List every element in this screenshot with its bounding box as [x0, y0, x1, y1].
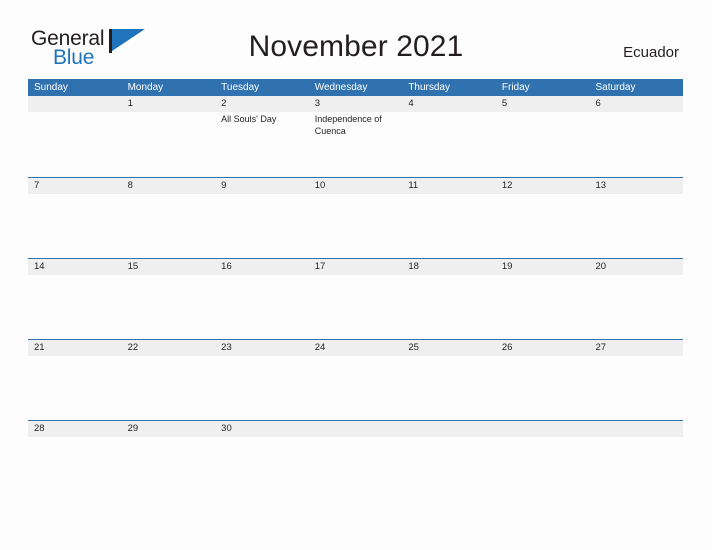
country-label: Ecuador: [623, 44, 679, 61]
holiday-label: All Souls' Day: [221, 114, 277, 124]
day-cell[interactable]: 11: [402, 178, 496, 258]
day-cell[interactable]: 27: [589, 340, 683, 420]
day-cell-empty: [309, 421, 403, 501]
day-number: 25: [408, 342, 419, 353]
week-cells: 7 8 9 10 11 12 13: [28, 178, 683, 258]
calendar-page: General Blue November 2021 Ecuador Sunda…: [0, 0, 712, 550]
week-cells: 14 15 16 17 18 19 20: [28, 259, 683, 339]
day-number: 18: [408, 261, 419, 272]
calendar-week-row: 14 15 16 17 18 19 20: [28, 258, 683, 339]
day-number: 17: [314, 261, 326, 272]
day-cell[interactable]: 8: [122, 178, 216, 258]
day-number: 8: [127, 180, 133, 191]
day-cell[interactable]: 18: [402, 259, 496, 339]
day-cell[interactable]: 19: [496, 259, 590, 339]
day-cell[interactable]: 9: [215, 178, 309, 258]
day-number: 22: [127, 342, 139, 353]
day-cell[interactable]: 4: [402, 96, 496, 176]
day-number: 28: [34, 423, 45, 434]
day-number: 9: [221, 180, 227, 191]
day-cell[interactable]: 14: [28, 259, 122, 339]
day-number: 6: [595, 98, 601, 109]
day-cell-empty: [589, 421, 683, 501]
day-number: 11: [408, 180, 419, 191]
day-cell[interactable]: 25: [402, 340, 496, 420]
day-number: 30: [221, 423, 232, 434]
day-of-week-thursday: Thursday: [408, 82, 450, 93]
day-number: [34, 96, 117, 112]
day-cell[interactable]: 21: [28, 340, 122, 420]
day-cell[interactable]: 24: [309, 340, 403, 420]
day-number: [315, 421, 398, 437]
day-number: [595, 421, 678, 437]
day-number: 2: [221, 98, 227, 109]
day-number: 27: [595, 342, 607, 353]
day-of-week-tuesday: Tuesday: [221, 82, 260, 93]
day-number: 13: [595, 180, 607, 191]
day-number: 1: [127, 98, 133, 109]
calendar-week-row: 21 22 23 24 25 26 27: [28, 339, 683, 420]
day-cell[interactable]: 5: [496, 96, 590, 176]
day-of-week-friday: Friday: [501, 82, 530, 93]
calendar-weeks: 1 2 All Souls' Day 3 Independence of Cuenca 4…: [28, 96, 683, 501]
day-cell-empty: [496, 421, 590, 501]
week-cells: 21 22 23 24 25 26 27: [28, 340, 683, 420]
day-cell[interactable]: 1: [122, 96, 216, 176]
day-cell[interactable]: 26: [496, 340, 590, 420]
day-of-week-monday: Monday: [127, 82, 164, 93]
day-number: 3: [314, 98, 321, 109]
day-number: 4: [408, 98, 414, 109]
day-cell[interactable]: 30: [215, 421, 309, 501]
calendar-week-row: 7 8 9 10 11 12 13: [28, 177, 683, 258]
day-cell[interactable]: 22: [122, 340, 216, 420]
day-number: 20: [595, 261, 607, 272]
day-cell[interactable]: 10: [309, 178, 403, 258]
day-number: 19: [501, 261, 513, 272]
calendar-grid: Sunday Monday Tuesday Wednesday Thursday Frid…: [28, 79, 683, 501]
day-cell[interactable]: 3 Independence of Cuenca: [309, 96, 403, 176]
week-cells: 28 29 30: [28, 421, 683, 501]
day-cell-empty: [402, 421, 496, 501]
day-cell-empty: [28, 96, 122, 176]
day-number: 21: [34, 342, 45, 353]
day-number: 26: [501, 342, 513, 353]
day-cell[interactable]: 16: [215, 259, 309, 339]
day-number: [408, 421, 491, 437]
day-number: 7: [34, 180, 40, 191]
day-cell[interactable]: 6: [589, 96, 683, 176]
calendar-week-row: 1 2 All Souls' Day 3 Independence of Cuenca 4…: [28, 96, 683, 177]
calendar-week-row: 28 29 30: [28, 420, 683, 501]
day-cell[interactable]: 2 All Souls' Day: [215, 96, 309, 176]
day-cell[interactable]: 29: [122, 421, 216, 501]
day-of-week-saturday: Saturday: [595, 82, 636, 93]
day-number: [502, 421, 585, 437]
day-cell[interactable]: 17: [309, 259, 403, 339]
day-number: 29: [127, 423, 139, 434]
day-number: 15: [127, 261, 139, 272]
day-of-week-sunday: Sunday: [34, 82, 68, 93]
day-number: 12: [501, 180, 513, 191]
day-cell[interactable]: 23: [215, 340, 309, 420]
day-number: 24: [314, 342, 326, 353]
holiday-label: Independence of Cuenca: [314, 114, 382, 136]
day-number: 14: [34, 261, 45, 272]
day-cell[interactable]: 28: [28, 421, 122, 501]
day-cell[interactable]: 12: [496, 178, 590, 258]
day-number: 23: [221, 342, 232, 353]
day-of-week-header: Sunday Monday Tuesday Wednesday Thursday Frid…: [28, 79, 683, 96]
day-of-week-wednesday: Wednesday: [314, 82, 368, 93]
day-number: 5: [501, 98, 508, 109]
day-number: 16: [221, 261, 232, 272]
day-cell[interactable]: 13: [589, 178, 683, 258]
day-cell[interactable]: 7: [28, 178, 122, 258]
day-number: 10: [314, 180, 326, 191]
day-cell[interactable]: 20: [589, 259, 683, 339]
week-cells: 1 2 All Souls' Day 3 Independence of Cuenca 4…: [28, 96, 683, 176]
page-title: November 2021: [248, 30, 464, 63]
page-header: General Blue November 2021 Ecuador: [0, 0, 712, 78]
day-cell[interactable]: 15: [122, 259, 216, 339]
